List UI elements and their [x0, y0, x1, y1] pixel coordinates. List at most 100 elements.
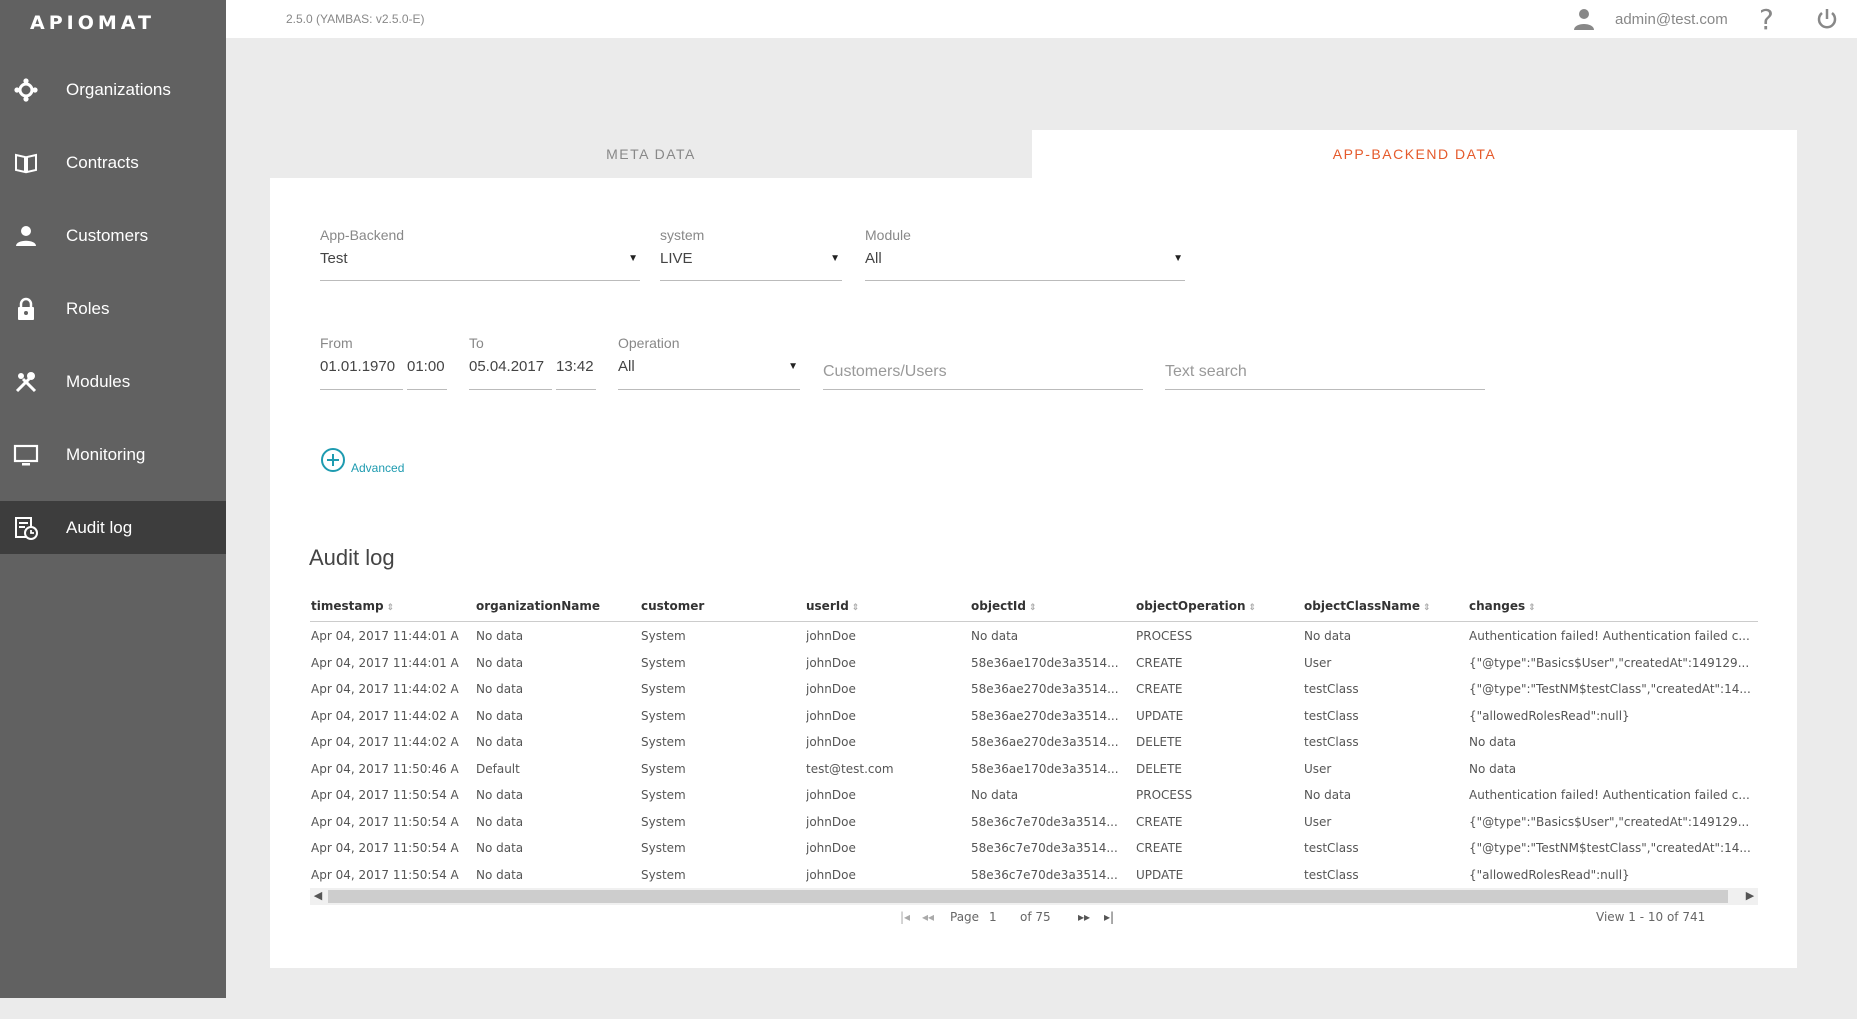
table-row[interactable]: Apr 04, 2017 11:50:54 A No data System john… — [310, 808, 1758, 835]
column-header-organization-name[interactable]: organizationName — [476, 599, 600, 613]
from-time-field[interactable]: 01:00 — [407, 335, 447, 390]
column-header-object-id[interactable]: objectId ⇕ — [971, 599, 1037, 613]
from-date-field[interactable]: From 01.01.1970 — [320, 335, 403, 390]
column-header-changes[interactable]: changes ⇕ — [1469, 599, 1536, 613]
to-date-field[interactable]: To 05.04.2017 — [469, 335, 552, 390]
table-cell-objectClassName: testClass — [1304, 708, 1359, 723]
advanced-link[interactable]: Advanced — [351, 461, 404, 475]
table-row[interactable]: Apr 04, 2017 11:44:02 A No data System john… — [310, 702, 1758, 729]
module-select[interactable]: Module All ▼ — [865, 227, 1185, 281]
system-select[interactable]: system LIVE ▼ — [660, 227, 842, 281]
table-cell-changes: {"allowedRolesRead":null} — [1469, 867, 1630, 882]
table-row[interactable]: Apr 04, 2017 11:50:54 A No data System john… — [310, 834, 1758, 861]
user-icon[interactable] — [1572, 7, 1596, 31]
first-page-icon[interactable]: |◂ — [900, 910, 910, 924]
to-date-value: 05.04.2017 — [469, 358, 545, 375]
sidebar-item-modules[interactable]: Modules — [0, 355, 226, 408]
table-cell-objectId: No data — [971, 788, 1019, 802]
table-cell-organizationName: No data — [476, 735, 524, 749]
operation-label: Operation — [618, 335, 680, 351]
app-backend-value: Test — [320, 250, 348, 267]
table-cell-customer: System — [641, 814, 686, 829]
sidebar-item-contracts[interactable]: Contracts — [0, 136, 226, 189]
sidebar-item-organizations[interactable]: Organizations — [0, 63, 226, 116]
page-total: of 75 — [1020, 910, 1051, 924]
column-header-timestamp[interactable]: timestamp ⇕ — [311, 599, 394, 613]
table-cell-objectClassName: User — [1304, 761, 1332, 776]
sort-icon: ⇕ — [1248, 603, 1257, 613]
table-cell-objectClassName: testClass — [1304, 841, 1359, 855]
scroll-thumb[interactable] — [328, 890, 1728, 903]
last-page-icon[interactable]: ▸| — [1104, 910, 1114, 924]
table-row[interactable]: Apr 04, 2017 11:44:01 A No data System john… — [310, 649, 1758, 676]
column-header-customer[interactable]: customer — [641, 599, 704, 613]
table-cell-userId: johnDoe — [806, 708, 856, 723]
column-header-user-id[interactable]: userId ⇕ — [806, 599, 859, 613]
text-search-input[interactable]: Text search — [1165, 358, 1485, 390]
help-icon[interactable]: ? — [1759, 3, 1774, 36]
table-cell-customer: System — [641, 655, 686, 670]
table-cell-userId: johnDoe — [806, 867, 856, 882]
operation-select[interactable]: Operation All ▼ — [618, 335, 800, 390]
table-row[interactable]: Apr 04, 2017 11:44:01 A No data System john… — [310, 622, 1758, 649]
sidebar-item-label: Roles — [66, 298, 110, 318]
table-cell-changes: {"allowedRolesRead":null} — [1469, 708, 1630, 723]
sidebar-item-roles[interactable]: Roles — [0, 282, 226, 335]
from-label: From — [320, 335, 353, 351]
to-label: To — [469, 335, 484, 351]
horizontal-scrollbar[interactable]: ◀ ▶ — [310, 888, 1758, 905]
sidebar-item-customers[interactable]: Customers — [0, 209, 226, 262]
column-header-object-operation[interactable]: objectOperation ⇕ — [1136, 599, 1256, 613]
table-cell-customer: System — [641, 761, 686, 776]
sidebar-item-audit-log[interactable]: Audit log — [0, 501, 226, 554]
sidebar-item-label: Contracts — [66, 152, 139, 172]
scroll-right-icon[interactable]: ▶ — [1742, 888, 1758, 905]
text-search-placeholder: Text search — [1165, 363, 1247, 380]
app-backend-select[interactable]: App-Backend Test ▼ — [320, 227, 640, 281]
power-icon[interactable] — [1815, 7, 1839, 31]
sidebar-item-label: Customers — [66, 225, 149, 245]
table-cell-timestamp: Apr 04, 2017 11:44:01 A — [311, 655, 459, 670]
table-cell-timestamp: Apr 04, 2017 11:50:54 A — [311, 867, 459, 882]
customers-users-input[interactable]: Customers/Users — [823, 358, 1143, 390]
user-email[interactable]: admin@test.com — [1615, 11, 1728, 28]
table-cell-customer: System — [641, 735, 686, 749]
table-cell-objectId: No data — [971, 629, 1019, 643]
table-cell-timestamp: Apr 04, 2017 11:44:02 A — [311, 682, 459, 696]
table-cell-objectId: 58e36ae170de3a3514... — [971, 655, 1119, 670]
page-number-input[interactable]: 1 — [989, 910, 997, 924]
table-row[interactable]: Apr 04, 2017 11:44:02 A No data System john… — [310, 728, 1758, 755]
table-cell-userId: johnDoe — [806, 788, 856, 802]
table-cell-customer: System — [641, 867, 686, 882]
person-icon — [16, 225, 36, 246]
table-cell-changes: {"@type":"Basics$User","createdAt":14912… — [1469, 814, 1750, 829]
plus-circle-icon[interactable] — [320, 447, 346, 473]
table-row[interactable]: Apr 04, 2017 11:50:54 A No data System john… — [310, 781, 1758, 808]
next-page-icon[interactable]: ▸▸ — [1078, 910, 1090, 924]
table-header: timestamp ⇕ organizationName customer use… — [310, 590, 1758, 622]
table-cell-timestamp: Apr 04, 2017 11:50:46 A — [311, 761, 459, 776]
to-time-field[interactable]: 13:42 — [556, 335, 596, 390]
column-header-object-class-name[interactable]: objectClassName ⇕ — [1304, 599, 1431, 613]
table-row[interactable]: Apr 04, 2017 11:50:54 A No data System john… — [310, 861, 1758, 888]
table-cell-customer: System — [641, 841, 686, 855]
system-label: system — [660, 227, 705, 243]
lock-icon — [18, 297, 34, 320]
prev-page-icon[interactable]: ◂◂ — [922, 910, 934, 924]
table-cell-changes: Authentication failed! Authentication fa… — [1469, 629, 1750, 643]
table-row[interactable]: Apr 04, 2017 11:44:02 A No data System john… — [310, 675, 1758, 702]
table-row[interactable]: Apr 04, 2017 11:50:46 A Default System test… — [310, 755, 1758, 782]
table-body: Apr 04, 2017 11:44:01 A No data System john… — [310, 622, 1758, 887]
table-cell-userId: johnDoe — [806, 814, 856, 829]
tab-app-backend-data[interactable]: APP-BACKEND DATA — [1032, 130, 1797, 178]
table-cell-userId: johnDoe — [806, 629, 856, 643]
table-cell-organizationName: No data — [476, 655, 524, 670]
sort-icon: ⇕ — [1029, 603, 1037, 613]
table-cell-userId: johnDoe — [806, 682, 856, 696]
scroll-left-icon[interactable]: ◀ — [310, 888, 326, 905]
table-cell-objectOperation: PROCESS — [1136, 788, 1193, 802]
table-cell-timestamp: Apr 04, 2017 11:44:02 A — [311, 708, 459, 723]
tab-meta-data[interactable]: META DATA — [270, 130, 1032, 178]
table-cell-organizationName: No data — [476, 788, 524, 802]
sidebar-item-monitoring[interactable]: Monitoring — [0, 428, 226, 481]
